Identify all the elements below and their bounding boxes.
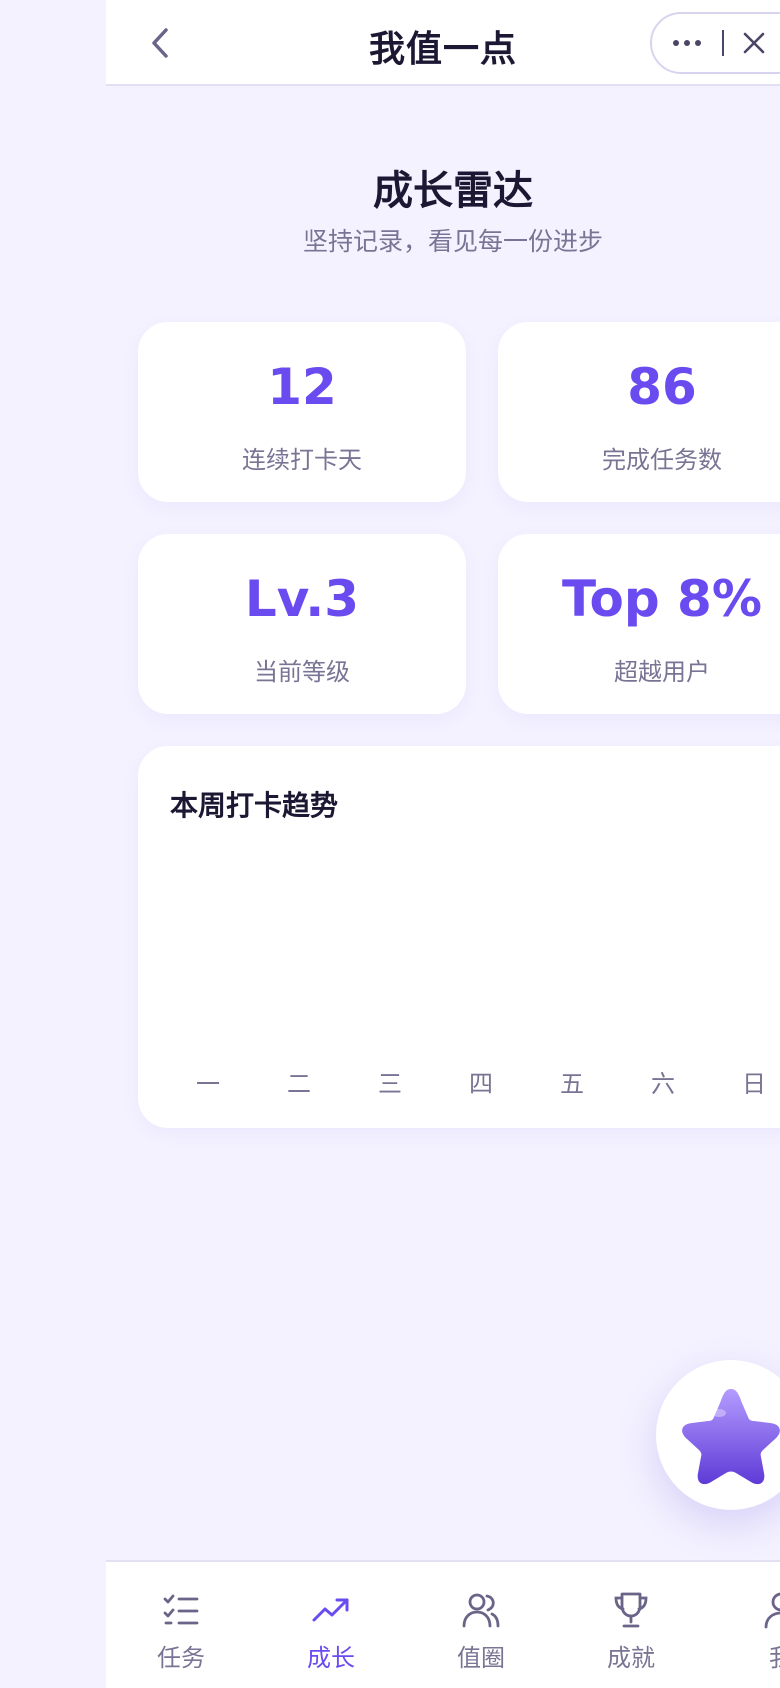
tab-label: 任务 bbox=[157, 1644, 205, 1672]
tab-tasks[interactable]: 任务 bbox=[121, 1562, 241, 1688]
day-label: 五 bbox=[560, 1070, 584, 1098]
section-title: 成长雷达 bbox=[373, 168, 533, 214]
section-subtitle: 坚持记录，看见每一份进步 bbox=[302, 227, 603, 256]
app-container: 我值一点 成长雷达 坚持记录，看见每一份进步 12 连续打卡天 86 完成任务数… bbox=[106, 0, 780, 1688]
stat-value: Lv.3 bbox=[244, 570, 360, 628]
star-mascot-icon bbox=[682, 1389, 780, 1485]
stat-label: 当前等级 bbox=[254, 658, 350, 686]
trophy-icon bbox=[614, 1592, 648, 1628]
close-icon bbox=[743, 32, 765, 54]
more-dots-icon bbox=[673, 40, 679, 46]
tab-label: 我 bbox=[721, 1638, 780, 1673]
tab-growth[interactable]: 成长 bbox=[271, 1562, 391, 1688]
stat-card-rank: Top 8% 超越用户 bbox=[498, 534, 780, 714]
tab-label: 成就 bbox=[607, 1644, 655, 1672]
stat-value: Top 8% bbox=[562, 570, 762, 628]
weekly-trend-card: 本周打卡趋势 一 二 三 四 五 六 日 bbox=[138, 746, 780, 1128]
stat-card-streak: 12 连续打卡天 bbox=[138, 322, 466, 502]
day-label: 二 bbox=[287, 1070, 311, 1098]
user-icon bbox=[764, 1592, 780, 1629]
mascot-button[interactable] bbox=[656, 1360, 780, 1510]
close-button[interactable] bbox=[724, 14, 780, 72]
tab-circle[interactable]: 值圈 bbox=[421, 1562, 541, 1688]
left-margin bbox=[0, 0, 106, 1688]
trend-up-icon bbox=[312, 1598, 349, 1622]
tab-bar: 任务 成长 值圈 成就 bbox=[106, 1560, 780, 1688]
chart-title: 本周打卡趋势 bbox=[170, 789, 339, 822]
navigation-bar: 我值一点 bbox=[106, 0, 780, 86]
tab-me[interactable]: 我 bbox=[721, 1562, 780, 1688]
stat-card-level: Lv.3 当前等级 bbox=[138, 534, 466, 714]
chart-plot-area bbox=[138, 846, 780, 1046]
users-icon bbox=[462, 1593, 500, 1628]
stat-label: 超越用户 bbox=[614, 658, 710, 686]
day-label: 日 bbox=[742, 1070, 766, 1098]
stat-value: 12 bbox=[267, 358, 337, 416]
stat-label: 连续打卡天 bbox=[242, 446, 362, 474]
tab-label: 值圈 bbox=[457, 1644, 505, 1672]
more-button[interactable] bbox=[652, 14, 722, 72]
tab-label: 成长 bbox=[307, 1644, 355, 1672]
day-label: 三 bbox=[378, 1070, 402, 1098]
day-label: 六 bbox=[651, 1070, 675, 1098]
screen: 我值一点 成长雷达 坚持记录，看见每一份进步 12 连续打卡天 86 完成任务数… bbox=[0, 0, 780, 1688]
stat-value: 86 bbox=[627, 358, 697, 416]
day-label: 一 bbox=[196, 1070, 220, 1098]
task-list-icon bbox=[163, 1594, 199, 1625]
tab-achievements[interactable]: 成就 bbox=[571, 1562, 691, 1688]
mini-program-capsule bbox=[650, 12, 780, 74]
stat-card-tasks: 86 完成任务数 bbox=[498, 322, 780, 502]
day-label: 四 bbox=[469, 1070, 493, 1098]
stat-label: 完成任务数 bbox=[602, 446, 722, 474]
